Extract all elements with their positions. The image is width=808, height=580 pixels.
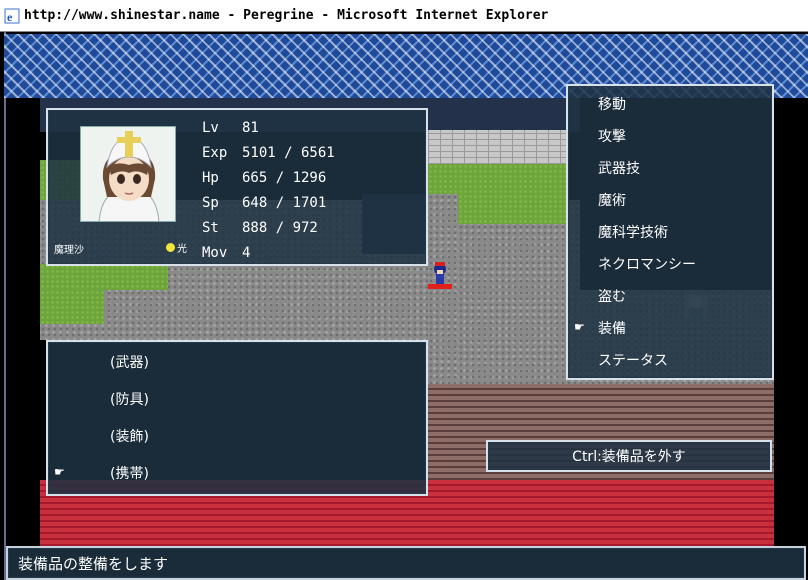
stat-row: Sp 648 / 1701 — [202, 191, 335, 216]
command-steal[interactable]: 盗む — [598, 286, 626, 306]
ie-icon: e — [4, 8, 20, 24]
stat-label: Exp — [202, 145, 228, 161]
element-label: 光 — [177, 244, 187, 255]
stat-label: Sp — [202, 195, 219, 211]
element-tag: 光 — [166, 240, 187, 255]
command-status[interactable]: ステータス — [598, 350, 668, 370]
player-character-sprite[interactable] — [426, 260, 454, 292]
hint-window: Ctrl:装備品を外す — [486, 440, 772, 472]
stat-value: 81 — [242, 120, 259, 136]
svg-text:e: e — [7, 10, 13, 24]
command-necromancy[interactable]: ネクロマンシー — [598, 254, 696, 274]
stat-value: 888 / 972 — [242, 220, 318, 236]
stat-label: Mov — [202, 245, 228, 261]
stat-row: Exp 5101 / 6561 — [202, 141, 335, 166]
character-portrait — [80, 126, 176, 222]
stat-row: Mov 4 — [202, 241, 335, 266]
stat-value: 648 / 1701 — [242, 195, 327, 211]
hand-pointer-icon: ☛ — [574, 320, 585, 334]
command-magitech[interactable]: 魔科学技術 — [598, 222, 668, 242]
equipment-window: (武器) (防具) (装飾) (携帯) ☛ — [46, 340, 428, 496]
window-titlebar: e http://www.shinestar.name - Peregrine … — [0, 0, 808, 32]
map-grass — [428, 164, 568, 194]
command-magic[interactable]: 魔術 — [598, 190, 626, 210]
window-title: http://www.shinestar.name - Peregrine - … — [24, 8, 549, 23]
equip-slot-armor[interactable]: (防具) — [110, 389, 149, 409]
message-window: 装備品の整備をします — [6, 546, 806, 580]
command-menu-window: 移動 攻撃 武器技 魔術 魔科学技術 ネクロマンシー 盗む 装備 ステータス ☛ — [566, 84, 774, 380]
message-text: 装備品の整備をします — [18, 554, 169, 573]
equip-slot-carry[interactable]: (携帯) — [110, 463, 149, 483]
map-grass — [40, 290, 104, 324]
map-brick-wall — [428, 130, 568, 164]
stat-value: 4 — [242, 245, 251, 261]
command-attack[interactable]: 攻撃 — [598, 126, 626, 146]
stat-row: St 888 / 972 — [202, 216, 335, 241]
stat-row: Hp 665 / 1296 — [202, 166, 335, 191]
status-window: 魔理沙 光 Lv 81 Exp 5101 / 6561 Hp 665 / 1296 S… — [46, 108, 428, 266]
command-equip[interactable]: 装備 — [598, 318, 626, 338]
equip-slot-accessory[interactable]: (装飾) — [110, 426, 149, 446]
hint-text: Ctrl:装備品を外す — [572, 449, 686, 465]
stat-value: 5101 / 6561 — [242, 145, 335, 161]
stat-row: Lv 81 — [202, 116, 335, 141]
character-name: 魔理沙 — [54, 245, 84, 256]
stat-label: Hp — [202, 170, 219, 186]
stat-label: Lv — [202, 120, 219, 136]
hand-pointer-icon: ☛ — [54, 465, 65, 479]
stat-label: St — [202, 220, 219, 236]
stat-value: 665 / 1296 — [242, 170, 327, 186]
map-grass — [458, 194, 568, 224]
element-dot-icon — [166, 243, 175, 252]
map-grass — [40, 264, 168, 290]
equip-slot-weapon[interactable]: (武器) — [110, 352, 149, 372]
command-move[interactable]: 移動 — [598, 94, 626, 114]
stats-list: Lv 81 Exp 5101 / 6561 Hp 665 / 1296 Sp 648 /… — [202, 116, 335, 266]
map-stone — [458, 224, 568, 384]
command-weapon-skill[interactable]: 武器技 — [598, 158, 640, 178]
